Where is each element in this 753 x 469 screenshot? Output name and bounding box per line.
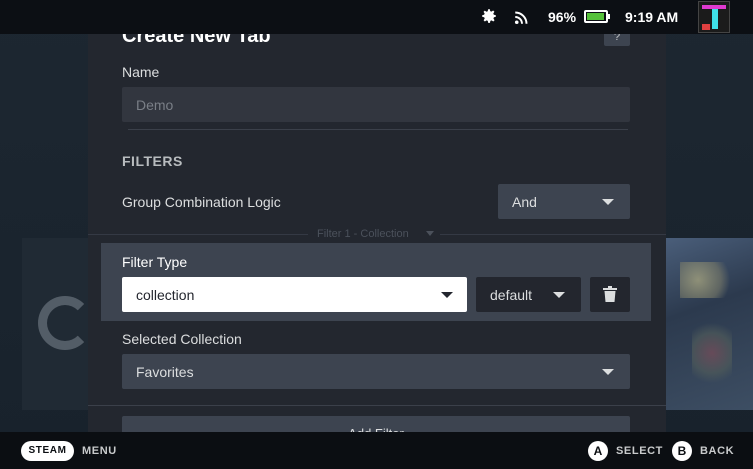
game-art-right-bottom [692, 318, 732, 388]
filter-mode-dropdown[interactable]: default [476, 277, 581, 312]
chevron-down-icon [602, 368, 614, 375]
filter-mode-value: default [490, 286, 533, 303]
group-logic-value: And [512, 193, 537, 210]
controller-hints-bar: STEAM MENU A SELECT B BACK [0, 432, 753, 469]
steam-button[interactable]: STEAM [21, 441, 74, 461]
avatar[interactable] [698, 1, 730, 33]
divider [88, 234, 308, 235]
battery-percent: 96% [548, 9, 577, 25]
status-bar: 96% 9:19 AM [0, 0, 753, 34]
wifi-icon [514, 11, 528, 25]
filter-row-focused: Filter Type collection default [101, 243, 651, 321]
filter-type-value: collection [136, 286, 195, 303]
delete-filter-button[interactable] [590, 277, 630, 312]
name-label: Name [122, 64, 160, 80]
chevron-down-icon [602, 198, 614, 205]
selected-collection-dropdown[interactable]: Favorites [122, 354, 630, 389]
chevron-down-icon [441, 291, 453, 298]
a-button-icon[interactable]: A [588, 441, 608, 461]
gear-icon [482, 9, 496, 23]
group-logic-dropdown[interactable]: And [498, 184, 630, 219]
collapse-caret-icon[interactable] [426, 231, 434, 236]
game-logo-left [38, 296, 92, 350]
filters-heading: FILTERS [122, 153, 183, 169]
battery-tip [608, 14, 610, 19]
b-button-icon[interactable]: B [672, 441, 692, 461]
divider [440, 234, 666, 235]
filter-section-label[interactable]: Filter 1 - Collection [317, 228, 409, 240]
filter-type-label: Filter Type [122, 254, 188, 270]
modal-title: Create New Tab [122, 34, 271, 47]
select-hint-label: SELECT [616, 445, 663, 457]
selected-collection-label: Selected Collection [122, 331, 242, 347]
filter-type-dropdown[interactable]: collection [122, 277, 467, 312]
back-hint-label: BACK [700, 445, 735, 457]
help-button[interactable]: ? [604, 34, 630, 46]
tab-name-input[interactable] [122, 87, 630, 122]
group-logic-label: Group Combination Logic [122, 194, 281, 210]
divider [128, 129, 628, 130]
trash-icon [603, 286, 617, 302]
avatar-detail [702, 24, 710, 30]
game-art-right-top [680, 262, 740, 298]
chevron-down-icon [553, 291, 565, 298]
battery-fill [587, 13, 605, 20]
battery-icon [584, 10, 608, 23]
avatar-detail [712, 9, 718, 29]
clock: 9:19 AM [625, 9, 679, 25]
selected-collection-value: Favorites [136, 363, 194, 380]
menu-hint-label: MENU [82, 445, 117, 457]
divider [88, 405, 666, 406]
